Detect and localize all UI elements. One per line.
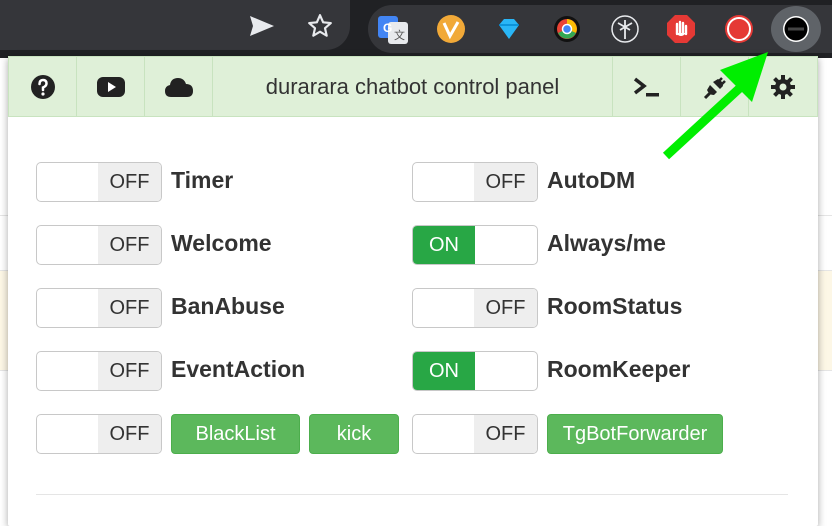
cloud-icon [164, 77, 193, 97]
alwaysme-label: Always/me [547, 230, 666, 256]
toggle-state: OFF [98, 226, 161, 264]
eventaction-toggle[interactable]: OFF [36, 351, 162, 391]
palm-tree-icon[interactable] [610, 14, 640, 44]
kick-button[interactable]: kick [309, 414, 399, 454]
roomkeeper-label: RoomKeeper [547, 356, 691, 382]
toggle-state: ON [413, 352, 475, 390]
help-icon [30, 74, 55, 99]
toggle-state: OFF [474, 163, 537, 201]
chrome-ext-icon[interactable] [552, 14, 582, 44]
youtube-icon [96, 76, 125, 97]
welcome-toggle[interactable]: OFF [36, 225, 162, 265]
banabuse-label: BanAbuse [171, 293, 285, 319]
star-bookmark-icon[interactable] [306, 12, 334, 40]
popup-divider [36, 494, 788, 495]
roomkeeper-toggle[interactable]: ON [412, 351, 538, 391]
toggle-state: OFF [474, 415, 537, 453]
toggle-state: OFF [98, 352, 161, 390]
timer-toggle[interactable]: OFF [36, 162, 162, 202]
autodm-toggle[interactable]: OFF [412, 162, 538, 202]
toggle-state: OFF [98, 289, 161, 327]
eventaction-label: EventAction [171, 356, 306, 382]
autodm-label: AutoDM [547, 167, 636, 193]
roomstatus-label: RoomStatus [547, 293, 683, 319]
help-button[interactable] [9, 57, 77, 116]
toggle-state: OFF [474, 289, 537, 327]
banabuse-toggle[interactable]: OFF [36, 288, 162, 328]
tgbot-toggle[interactable]: OFF [412, 414, 538, 454]
blacklist-toggle[interactable]: OFF [36, 414, 162, 454]
svg-text:G: G [383, 21, 392, 35]
toggle-state: OFF [98, 415, 161, 453]
toggle-state: ON [413, 226, 475, 264]
cloud-button[interactable] [145, 57, 213, 116]
youtube-button[interactable] [77, 57, 145, 116]
welcome-label: Welcome [171, 230, 272, 256]
annotation-arrow [662, 52, 768, 160]
diamond-icon[interactable] [494, 14, 524, 44]
popup-title: durarara chatbot control panel [213, 57, 613, 116]
timer-label: Timer [171, 167, 234, 193]
alwaysme-toggle[interactable]: ON [412, 225, 538, 265]
blacklist-button[interactable]: BlackList [171, 414, 300, 454]
roomstatus-toggle[interactable]: OFF [412, 288, 538, 328]
send-icon[interactable] [248, 12, 276, 40]
toggle-state: OFF [98, 163, 161, 201]
google-translate-icon[interactable]: G文 [378, 14, 408, 44]
omnibox-end [0, 0, 350, 50]
svg-text:文: 文 [394, 28, 405, 42]
tgbotforwarder-button[interactable]: TgBotForwarder [547, 414, 723, 454]
vimium-icon[interactable] [436, 14, 466, 44]
